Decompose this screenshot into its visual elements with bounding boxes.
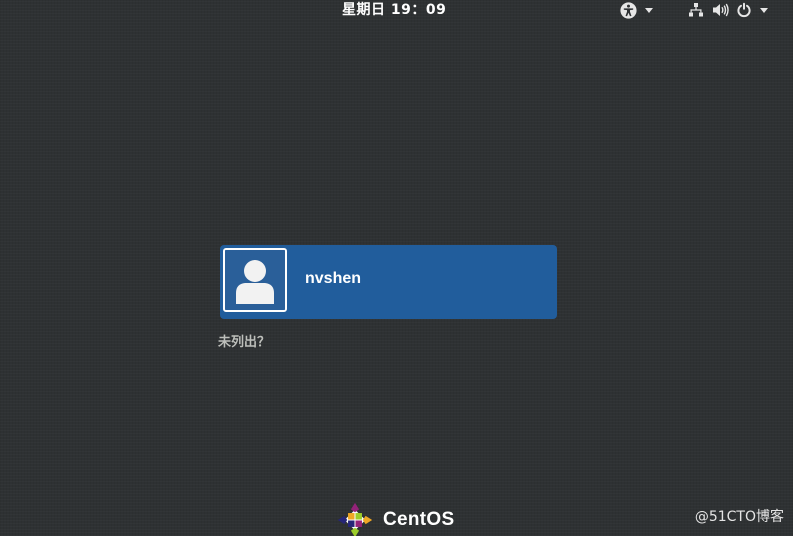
network-wired-icon: [688, 2, 704, 18]
centos-logo-text: CentOS: [383, 509, 455, 530]
centos-logo: CentOS: [333, 502, 454, 536]
centos-emblem-icon: [337, 502, 373, 536]
accessibility-menu-button[interactable]: [620, 0, 653, 20]
pan-down-icon: [645, 7, 653, 13]
clock-label[interactable]: 星期日 19：09: [342, 0, 446, 20]
default-user-avatar-icon: [223, 248, 287, 312]
user-name-label: nvshen: [305, 270, 362, 287]
user-list-item-nvshen[interactable]: nvshen: [220, 245, 557, 319]
not-listed-link[interactable]: 未列出？: [218, 334, 270, 352]
power-icon: [736, 2, 752, 18]
accessibility-icon: [620, 1, 637, 19]
top-bar: 星期日 19：09: [0, 0, 793, 22]
volume-icon: [712, 2, 729, 18]
pan-down-icon: [760, 7, 768, 13]
watermark-label: @51CTO博客: [694, 509, 784, 525]
system-status-menu-button[interactable]: [688, 0, 768, 20]
